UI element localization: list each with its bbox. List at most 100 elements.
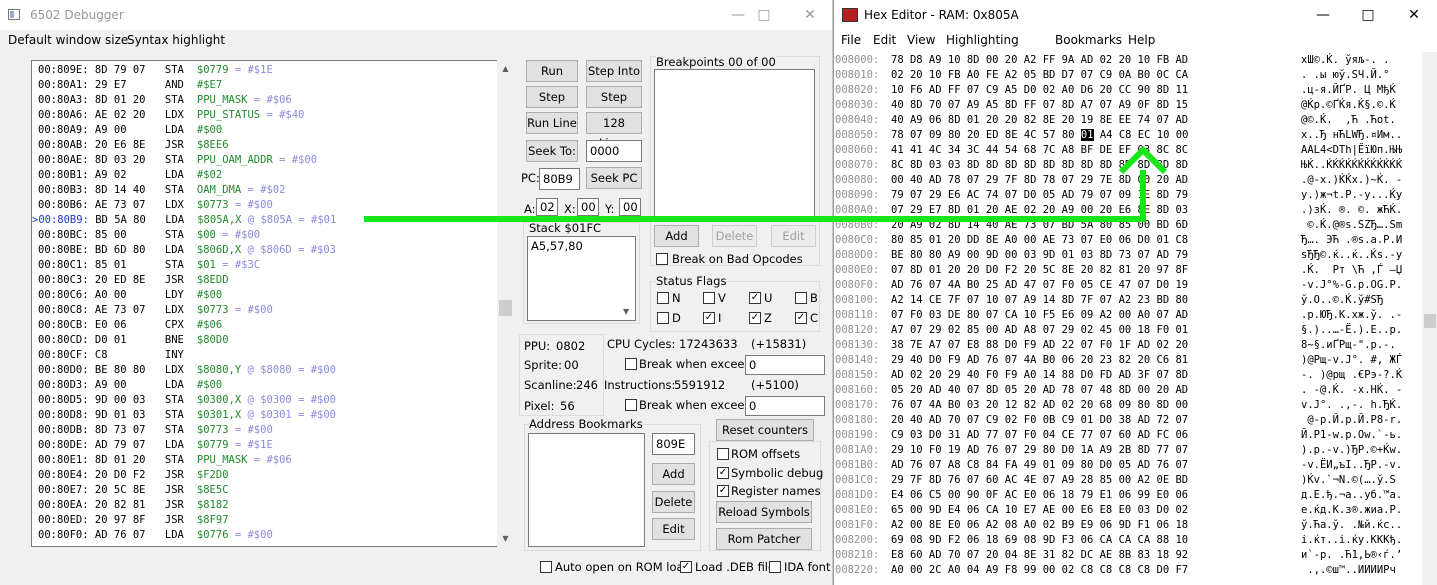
- bookmark-add-button[interactable]: Add: [652, 463, 695, 485]
- seek-pc-button[interactable]: Seek PC: [586, 167, 642, 189]
- flag-n-checkbox[interactable]: [657, 292, 669, 304]
- hex-row-bytes[interactable]: E4 06 C5 00 90 0F AC E0 06 18 79 E1 06 9…: [891, 488, 1301, 503]
- menu-syntax-highlight[interactable]: Syntax highlight: [127, 33, 225, 47]
- hex-row-ascii[interactable]: .,.©ш™..ИИИИРч: [1301, 564, 1396, 576]
- hex-row-bytes[interactable]: 80 85 01 20 DD 8E A0 00 AE 73 07 E0 06 D…: [891, 233, 1301, 248]
- hex-row-ascii[interactable]: Ђ…. ЭЋ .®s.а.Р.И: [1301, 234, 1402, 246]
- breakpoint-delete-button[interactable]: Delete: [712, 225, 757, 247]
- disasm-line[interactable]: 00:80F0: AD 76 07 LDA $0776 = #$00: [38, 528, 273, 543]
- hex-view[interactable]: 008000: 78 D8 A9 10 8D 00 20 A2 FF 9A AD …: [834, 52, 1421, 585]
- hex-row-ascii[interactable]: у.)ж¬t.Р.-у...Ќу: [1301, 189, 1402, 201]
- disasm-line[interactable]: 00:80C8: AE 73 07 LDX $0773 = #$00: [38, 303, 273, 318]
- hex-row-ascii[interactable]: @©.Ќ. ‚Ћ .Ћоt.: [1301, 114, 1396, 126]
- hex-row[interactable]: 008090: 79 07 29 E6 AC 74 07 D0 05 AD 79 …: [834, 188, 1402, 203]
- hex-row[interactable]: 008070: 8C 8D 03 03 8D 8D 8D 8D 8D 8D 8D …: [834, 158, 1402, 173]
- step-out-button[interactable]: Step Out: [526, 86, 578, 124]
- disasm-line[interactable]: 00:80D8: 9D 01 03 STA $0301,X @ $0301 = #$…: [38, 408, 336, 423]
- hex-row-ascii[interactable]: -. )@рщ .€Рэ-?.Ќ: [1301, 369, 1402, 381]
- hex-row-bytes[interactable]: E8 60 AD 70 07 20 04 8E 31 82 DC AE 8B 8…: [891, 548, 1301, 563]
- hex-row[interactable]: 0080D0: BE 80 80 A9 00 9D 00 03 9D 01 03 …: [834, 248, 1402, 263]
- hex-row-ascii[interactable]: ЊЌ..ЌЌЌЌЌЌЌЌЌЌЌЌ: [1301, 159, 1402, 171]
- hex-row[interactable]: 008040: 40 A9 06 8D 01 20 20 82 8E 20 19 …: [834, 113, 1396, 128]
- hex-row-ascii[interactable]: .@-х.)ЌЌх.)~Ќ. -: [1301, 174, 1402, 186]
- hex-row-bytes[interactable]: 20 A9 02 8D 14 40 AE 73 07 BD 5A 80 85 0…: [891, 218, 1301, 233]
- hex-row-bytes[interactable]: A0 00 2C A0 04 A9 F8 99 00 02 C8 C8 C8 C…: [891, 563, 1301, 578]
- scroll-down-icon[interactable]: ▼: [497, 530, 514, 547]
- hex-row-ascii[interactable]: хШ©.Ќ. ўяљ-. .: [1301, 54, 1390, 66]
- menu-edit[interactable]: Edit: [873, 33, 896, 47]
- hex-row[interactable]: 0081D0: E4 06 C5 00 90 0F AC E0 06 18 79 …: [834, 488, 1402, 503]
- hex-row-bytes[interactable]: C9 03 D0 31 AD 77 07 F0 04 CE 77 07 60 A…: [891, 428, 1301, 443]
- hex-row-bytes[interactable]: 38 7E A7 07 E8 88 D0 F9 AD 22 07 F0 1F A…: [891, 338, 1301, 353]
- flag-u-checkbox[interactable]: ✓: [749, 292, 761, 304]
- hex-maximize-icon[interactable]: □: [1345, 0, 1391, 30]
- hex-row[interactable]: 0081B0: AD 76 07 A8 C8 84 FA 49 01 09 80 …: [834, 458, 1402, 473]
- flag-d-checkbox[interactable]: [657, 312, 669, 324]
- hex-row-ascii[interactable]: .р.ЮЂ.К.хж.ў. .-: [1301, 309, 1402, 321]
- hex-row-bytes[interactable]: 07 29 E7 8D 01 20 AE 02 20 A9 00 20 E6 8…: [891, 203, 1301, 218]
- reload-symbols-button[interactable]: Reload Symbols: [716, 501, 812, 523]
- hex-row[interactable]: 0080C0: 80 85 01 20 DD 8E A0 00 AE 73 07 …: [834, 233, 1402, 248]
- instr-break-exceed-checkbox[interactable]: [625, 399, 637, 411]
- hex-row[interactable]: 008020: 10 F6 AD FF 07 C9 A5 D0 02 A0 D6 …: [834, 83, 1396, 98]
- breakpoint-edit-button[interactable]: Edit: [771, 225, 816, 247]
- step-over-button[interactable]: Step Over: [586, 86, 642, 124]
- hex-minimize-icon[interactable]: —: [1300, 0, 1346, 30]
- hex-row-bytes[interactable]: 10 F6 AD FF 07 C9 A5 D0 02 A0 D6 20 CC 9…: [891, 83, 1301, 98]
- disasm-line[interactable]: 00:80D3: A9 00 LDA #$00: [38, 378, 222, 393]
- hex-row-bytes[interactable]: AD 76 07 A8 C8 84 FA 49 01 09 80 D0 05 A…: [891, 458, 1301, 473]
- hex-row-ascii[interactable]: @-р.Й.р.Й.Р8-r.: [1301, 414, 1402, 426]
- hex-row[interactable]: 0081C0: 29 7F 8D 76 07 60 AC 4E 07 A9 28 …: [834, 473, 1396, 488]
- hex-row-bytes[interactable]: AD 02 20 29 40 F0 F9 A0 14 88 D0 FD AD 3…: [891, 368, 1301, 383]
- hex-row[interactable]: 008010: 02 20 10 FB A0 FE A2 05 BD D7 07 …: [834, 68, 1390, 83]
- hex-row[interactable]: 0080A0: 07 29 E7 8D 01 20 AE 02 20 A9 00 …: [834, 203, 1402, 218]
- hex-row[interactable]: 0081E0: 65 00 9D E4 06 CA 10 E7 AE 00 E6 …: [834, 503, 1402, 518]
- hex-row-bytes[interactable]: 69 08 9D F2 06 18 69 08 9D F3 06 CA CA C…: [891, 533, 1301, 548]
- hex-row[interactable]: 008170: 76 07 4A B0 03 20 12 82 AD 02 20 …: [834, 398, 1402, 413]
- register-names-checkbox[interactable]: ✓: [717, 485, 729, 497]
- disasm-line[interactable]: 00:80ED: 20 97 8F JSR $8F97: [38, 513, 229, 528]
- hex-row[interactable]: 008150: AD 02 20 29 40 F0 F9 A0 14 88 D0 …: [834, 368, 1402, 383]
- hex-row-ascii[interactable]: -v.J°%-G.р.ОG.Р.: [1301, 279, 1402, 291]
- hex-row-ascii[interactable]: 8~§.иҐРщ-".р.-.: [1301, 339, 1402, 351]
- reg-a-field[interactable]: 02: [536, 198, 558, 216]
- disasm-line[interactable]: 00:80EA: 20 82 81 JSR $8182: [38, 498, 229, 513]
- hex-row-ascii[interactable]: ѕЂЂ©.ќ..ќ..Ќs.-у: [1301, 249, 1402, 261]
- hex-row[interactable]: 0080F0: AD 76 07 4A B0 25 AD 47 07 F0 05 …: [834, 278, 1402, 293]
- disasm-line[interactable]: 00:80DB: 8D 73 07 STA $0773 = #$00: [38, 423, 273, 438]
- menu-default-window-size[interactable]: Default window size: [8, 33, 128, 47]
- 128-lines-button[interactable]: 128 Lines: [586, 112, 642, 150]
- hex-row-ascii[interactable]: )Ќv.`¬N.©(….ў.Ѕ: [1301, 474, 1396, 486]
- flag-b-checkbox[interactable]: [795, 292, 807, 304]
- hex-row-ascii[interactable]: ў.Ћа.ў. .№й.ќс..: [1301, 519, 1402, 531]
- bookmarks-list[interactable]: [528, 433, 645, 547]
- hex-row-bytes[interactable]: 78 07 09 80 20 ED 8E 4C 57 80 01 A4 C8 E…: [891, 128, 1301, 143]
- hex-row-bytes[interactable]: 41 41 4C 34 3C 44 54 68 7C A8 BF DE EF 0…: [891, 143, 1301, 158]
- disasm-line[interactable]: 00:80B6: AE 73 07 LDX $0773 = #$00: [38, 198, 273, 213]
- scroll-up-icon[interactable]: ▲: [497, 60, 514, 77]
- cpu-break-exceed-checkbox[interactable]: [625, 358, 637, 370]
- disasm-line[interactable]: 00:809E: 8D 79 07 STA $0779 = #$1E: [38, 63, 273, 78]
- disasm-line[interactable]: 00:80E7: 20 5C 8E JSR $8E5C: [38, 483, 229, 498]
- run-line-button[interactable]: Run Line: [526, 112, 578, 134]
- hex-row[interactable]: 008180: 20 40 AD 70 07 C9 02 F0 0B C9 01 …: [834, 413, 1402, 428]
- disasm-line[interactable]: 00:80E1: 8D 01 20 STA PPU_MASK = #$06: [38, 453, 292, 468]
- step-into-button[interactable]: Step Into: [586, 60, 642, 82]
- disasm-line[interactable]: 00:80BC: 85 00 STA $00 = #$00: [38, 228, 260, 243]
- hex-row[interactable]: 008200: 69 08 9D F2 06 18 69 08 9D F3 06 …: [834, 533, 1402, 548]
- disasm-line[interactable]: 00:80A6: AE 02 20 LDX PPU_STATUS = #$40: [38, 108, 304, 123]
- hex-row-bytes[interactable]: AD 76 07 4A B0 25 AD 47 07 F0 05 CE 47 0…: [891, 278, 1301, 293]
- flag-z-checkbox[interactable]: ✓: [749, 312, 761, 324]
- hex-row-ascii[interactable]: . .ы юў.ЅЧ.Й.°: [1301, 69, 1390, 81]
- maximize-icon[interactable]: □: [741, 0, 787, 30]
- hex-row[interactable]: 0081A0: 29 10 F0 19 AD 76 07 29 80 D0 1A …: [834, 443, 1402, 458]
- bookmark-edit-button[interactable]: Edit: [652, 518, 695, 540]
- hex-row-bytes[interactable]: 65 00 9D E4 06 CA 10 E7 AE 00 E6 E8 E0 0…: [891, 503, 1301, 518]
- hex-row[interactable]: 0080E0: 07 8D 01 20 20 D0 F2 20 5C 8E 20 …: [834, 263, 1402, 278]
- hex-row[interactable]: 008140: 29 40 D0 F9 AD 76 07 4A B0 06 20 …: [834, 353, 1402, 368]
- hex-row[interactable]: 008160: 05 20 AD 40 07 8D 05 20 AD 78 07 …: [834, 383, 1402, 398]
- breakpoint-add-button[interactable]: Add: [654, 225, 699, 247]
- disasm-line[interactable]: 00:80A3: 8D 01 20 STA PPU_MASK = #$06: [38, 93, 292, 108]
- hex-row[interactable]: 008190: C9 03 D0 31 AD 77 07 F0 04 CE 77 …: [834, 428, 1402, 443]
- stack-list[interactable]: A5,57,80: [527, 236, 636, 321]
